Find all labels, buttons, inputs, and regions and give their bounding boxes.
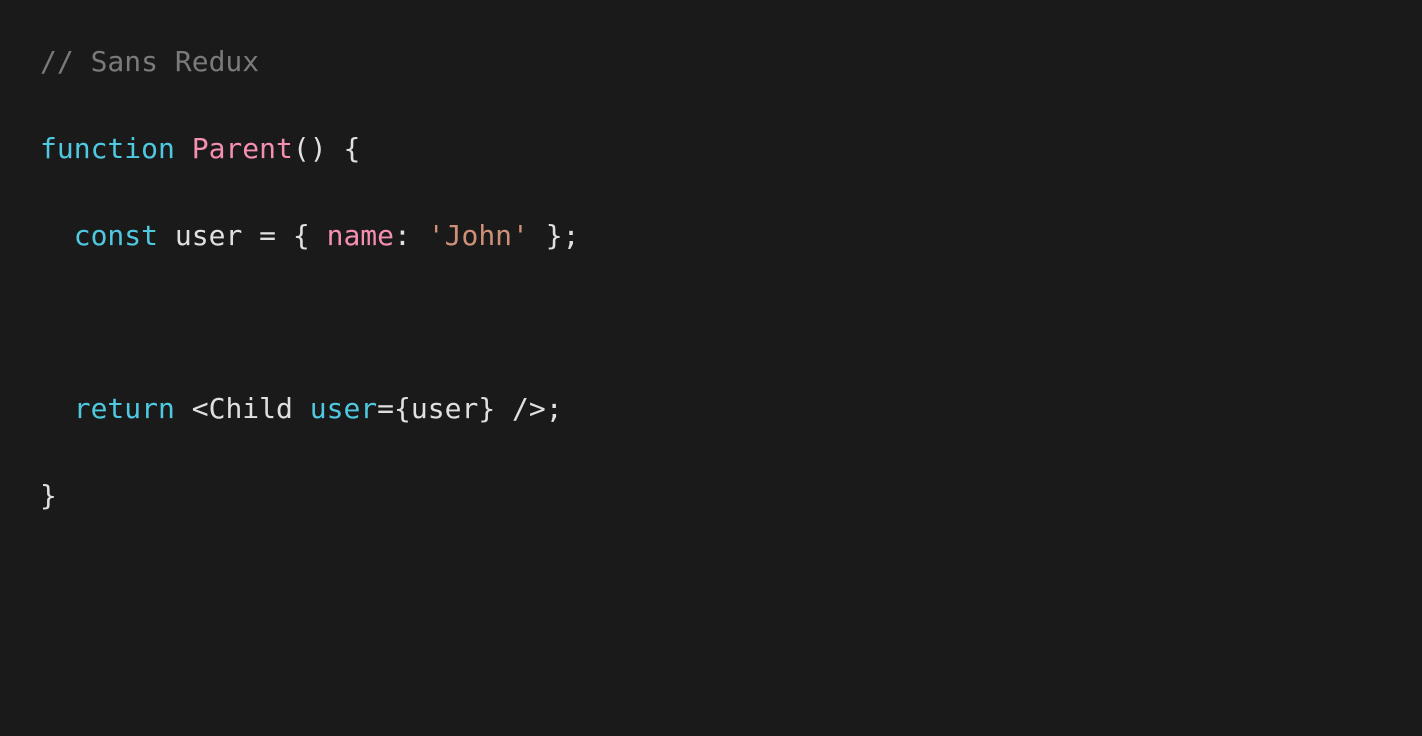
line-parent-sig: function Parent() {: [40, 127, 1382, 170]
indent1: [40, 219, 74, 252]
line-blank1: [40, 300, 1382, 343]
prop-name: name: [327, 219, 394, 252]
comment-text: // Sans Redux: [40, 45, 259, 78]
brace-close1: }: [40, 479, 57, 512]
jsx-expr1: ={user} />;: [377, 392, 562, 425]
keyword-const: const: [74, 219, 158, 252]
colon: :: [394, 219, 428, 252]
close-brace: };: [529, 219, 580, 252]
parent-params: () {: [293, 132, 360, 165]
fn-parent-name: Parent: [192, 132, 293, 165]
line-blank2: [40, 561, 1382, 604]
keyword-function: function: [40, 132, 175, 165]
indent2: [40, 392, 74, 425]
keyword-return1: return: [74, 392, 175, 425]
line-blank3: [40, 647, 1382, 690]
user-decl: user = {: [158, 219, 327, 252]
code-editor: // Sans Redux function Parent() { const …: [0, 0, 1422, 736]
jsx-child: <Child: [175, 392, 310, 425]
line-close1: }: [40, 474, 1382, 517]
string-john: 'John': [428, 219, 529, 252]
code-block: // Sans Redux function Parent() { const …: [40, 40, 1382, 736]
line-return-child: return <Child user={user} />;: [40, 387, 1382, 430]
attr-user1: user: [310, 392, 377, 425]
line-comment: // Sans Redux: [40, 40, 1382, 83]
space1: [175, 132, 192, 165]
line-const-user: const user = { name: 'John' };: [40, 214, 1382, 257]
